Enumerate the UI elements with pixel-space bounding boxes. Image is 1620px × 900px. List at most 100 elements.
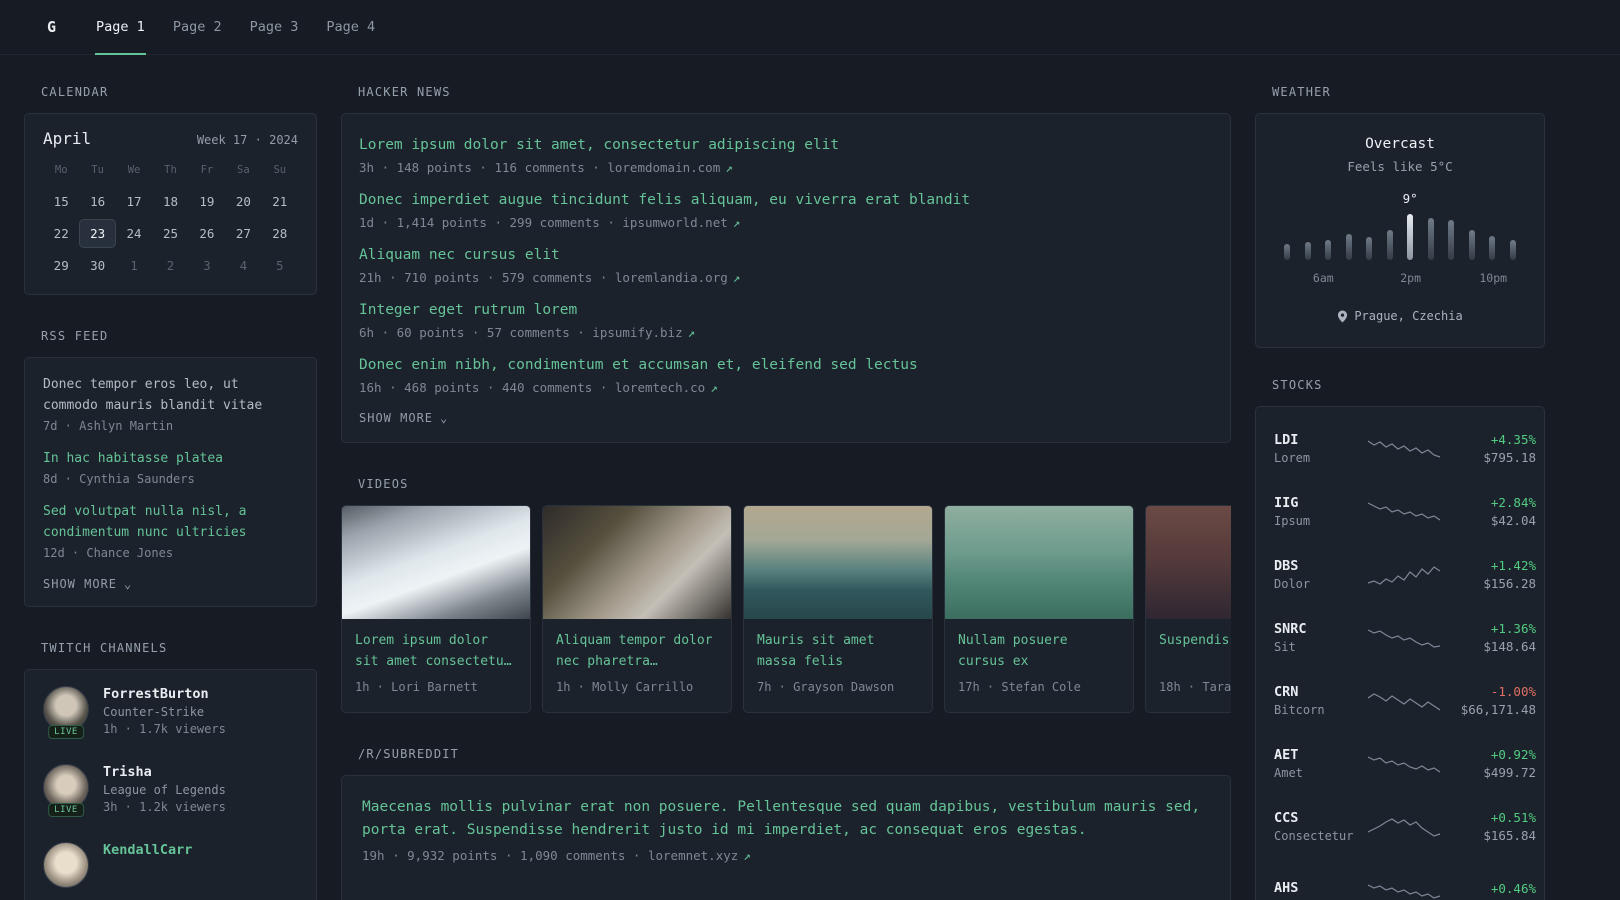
stock-price: $795.18 — [1483, 450, 1536, 465]
rss-item-meta: 7d · Ashlyn Martin — [43, 419, 174, 433]
hn-story: Integer eget rutrum lorem 6h · 60 points… — [359, 299, 1213, 340]
weekday-label: Sa — [237, 164, 250, 176]
stock-row[interactable]: AET Amet +0.92% $499.72 — [1274, 732, 1536, 795]
stock-row[interactable]: CCS Consectetur +0.51% $165.84 — [1274, 795, 1536, 858]
stocks-widget: STOCKS LDI Lorem +4.35% $795.18 IIG Ipsu… — [1255, 378, 1545, 900]
video-card[interactable]: Nullam posuere cursus ex 17h · Stefan Co… — [944, 505, 1134, 713]
hn-story-link[interactable]: Donec imperdiet augue tincidunt felis al… — [359, 189, 1213, 211]
avatar-wrapper — [43, 842, 89, 888]
stock-values: +4.35% $795.18 — [1440, 432, 1536, 465]
stock-sparkline — [1367, 688, 1441, 714]
weather-bar — [1304, 242, 1311, 260]
calendar-day: 21 — [272, 194, 288, 209]
hn-story-link[interactable]: Lorem ipsum dolor sit amet, consectetur … — [359, 134, 1213, 156]
stock-row[interactable]: LDI Lorem +4.35% $795.18 — [1274, 417, 1536, 480]
location-pin-icon — [1338, 310, 1348, 322]
tab-page-1[interactable]: Page 1 — [82, 0, 159, 55]
weekday-label: We — [127, 164, 141, 176]
subreddit-widget: /R/SUBREDDIT Maecenas mollis pulvinar er… — [341, 747, 1231, 900]
stock-price: $66,171.48 — [1460, 702, 1536, 717]
twitch-channel-row[interactable]: LIVE Trisha League of Legends 3h · 1.2k … — [43, 764, 298, 820]
subreddit-post-link[interactable]: Maecenas mollis pulvinar erat non posuer… — [362, 796, 1210, 842]
video-title-link[interactable]: Lorem ipsum dolor sit amet consectetu… — [355, 630, 517, 672]
external-link-icon: ↗ — [710, 380, 718, 395]
weather-bar-chart: 9° — [1282, 191, 1518, 260]
hour-label: 2pm — [1400, 271, 1421, 285]
hn-show-more-button[interactable]: SHOW MORE ⌄ — [359, 411, 448, 425]
video-title-link[interactable]: Mauris sit amet massa felis — [757, 630, 919, 672]
stock-row[interactable]: AHS +0.46% — [1274, 858, 1536, 900]
video-thumbnail — [744, 506, 932, 619]
stock-change: -1.00% — [1490, 684, 1536, 699]
video-card[interactable]: Lorem ipsum dolor sit amet consectetu… 1… — [341, 505, 531, 713]
hn-story-link[interactable]: Integer eget rutrum lorem — [359, 299, 1213, 321]
hn-story-meta-text: 21h · 710 points · 579 comments · loreml… — [359, 270, 728, 285]
weather-card: Overcast Feels like 5°C 9° 6am 2pm 10pm … — [1255, 113, 1545, 348]
weather-bar — [1366, 237, 1373, 260]
hn-story: Lorem ipsum dolor sit amet, consectetur … — [359, 134, 1213, 175]
twitch-channel-row[interactable]: KendallCarr — [43, 842, 298, 898]
video-card[interactable]: Aliquam tempor dolor nec pharetra… 1h · … — [542, 505, 732, 713]
hn-story-link[interactable]: Donec enim nibh, condimentum et accumsan… — [359, 354, 1213, 376]
stock-id: LDI Lorem — [1274, 432, 1368, 465]
calendar-day-next-month: 5 — [276, 258, 284, 273]
current-temperature-label: 9° — [1402, 191, 1418, 206]
hn-story-meta-text: 1d · 1,414 points · 299 comments · ipsum… — [359, 215, 728, 230]
calendar-card: April Week 17 · 2024 Mo Tu We Th Fr Sa S… — [24, 113, 317, 295]
stock-row[interactable]: CRN Bitcorn -1.00% $66,171.48 — [1274, 669, 1536, 732]
stock-row[interactable]: DBS Dolor +1.42% $156.28 — [1274, 543, 1536, 606]
external-link-icon: ↗ — [732, 215, 741, 230]
tab-page-3[interactable]: Page 3 — [236, 0, 313, 54]
stock-id: IIG Ipsum — [1274, 495, 1368, 528]
videos-widget: VIDEOS Lorem ipsum dolor sit amet consec… — [341, 477, 1231, 713]
calendar-day: 22 — [53, 226, 69, 241]
weather-bar — [1386, 230, 1393, 260]
rss-item-link[interactable]: Sed volutpat nulla nisl, a condimentum n… — [43, 501, 298, 543]
video-title-link[interactable]: Nullam posuere cursus ex — [958, 630, 1120, 672]
twitch-widget: TWITCH CHANNELS LIVE ForrestBurton Count… — [24, 641, 317, 900]
hn-story-link[interactable]: Aliquam nec cursus elit — [359, 244, 1213, 266]
tab-page-2[interactable]: Page 2 — [159, 0, 236, 54]
section-label-hacker-news: HACKER NEWS — [358, 85, 451, 99]
stock-values: +0.92% $499.72 — [1440, 747, 1536, 780]
calendar-day: 16 — [90, 194, 106, 209]
weekday-label: Su — [273, 164, 287, 176]
video-card[interactable]: Mauris sit amet massa felis 7h · Grayson… — [743, 505, 933, 713]
weather-feels-like: Feels like 5°C — [1347, 159, 1453, 174]
stocks-card: LDI Lorem +4.35% $795.18 IIG Ipsum +2.84… — [1255, 406, 1545, 900]
hn-story: Aliquam nec cursus elit 21h · 710 points… — [359, 244, 1213, 285]
stock-symbol: SNRC — [1274, 621, 1307, 637]
stock-sparkline — [1367, 562, 1441, 588]
hn-story-meta: 21h · 710 points · 579 comments · loreml… — [359, 270, 1213, 285]
twitch-channel-row[interactable]: LIVE ForrestBurton Counter-Strike 1h · 1… — [43, 686, 298, 742]
calendar-widget: CALENDAR April Week 17 · 2024 Mo Tu We T… — [24, 85, 317, 295]
video-title-link[interactable]: Suspendisse diam — [1159, 630, 1231, 672]
rss-item-link[interactable]: In hac habitasse platea — [43, 448, 298, 469]
stock-sparkline — [1367, 877, 1441, 900]
weather-hour-labels: 6am 2pm 10pm — [1282, 271, 1518, 286]
tab-page-4[interactable]: Page 4 — [312, 0, 389, 54]
channel-viewers: 3h · 1.2k viewers — [103, 800, 226, 814]
video-title-link[interactable]: Aliquam tempor dolor nec pharetra… — [556, 630, 718, 672]
stock-row[interactable]: IIG Ipsum +2.84% $42.04 — [1274, 480, 1536, 543]
dashboard-content: CALENDAR April Week 17 · 2024 Mo Tu We T… — [0, 55, 1620, 900]
section-label-twitch: TWITCH CHANNELS — [41, 641, 168, 655]
rss-item-link[interactable]: Donec tempor eros leo, ut commodo mauris… — [43, 374, 298, 416]
live-badge: LIVE — [48, 725, 84, 739]
show-more-label: SHOW MORE — [43, 577, 118, 591]
video-card[interactable]: Suspendisse diam 18h · Tara — [1145, 505, 1231, 713]
stock-symbol: DBS — [1274, 558, 1299, 574]
video-body: Suspendisse diam 18h · Tara — [1146, 619, 1231, 712]
hn-story-meta-text: 6h · 60 points · 57 comments · ipsumify.… — [359, 325, 683, 340]
stock-id: SNRC Sit — [1274, 621, 1368, 654]
hacker-news-card: Lorem ipsum dolor sit amet, consectetur … — [341, 113, 1231, 443]
video-meta: 1h · Molly Carrillo — [556, 680, 694, 694]
channel-info: ForrestBurton Counter-Strike 1h · 1.7k v… — [103, 686, 226, 742]
stock-row[interactable]: SNRC Sit +1.36% $148.64 — [1274, 606, 1536, 669]
video-thumbnail — [543, 506, 731, 619]
calendar-week-year: Week 17 · 2024 — [197, 133, 298, 147]
stock-name: Ipsum — [1274, 514, 1311, 528]
video-body: Aliquam tempor dolor nec pharetra… 1h · … — [543, 619, 731, 712]
rss-show-more-button[interactable]: SHOW MORE ⌄ — [43, 577, 132, 591]
channel-info: KendallCarr — [103, 842, 192, 898]
